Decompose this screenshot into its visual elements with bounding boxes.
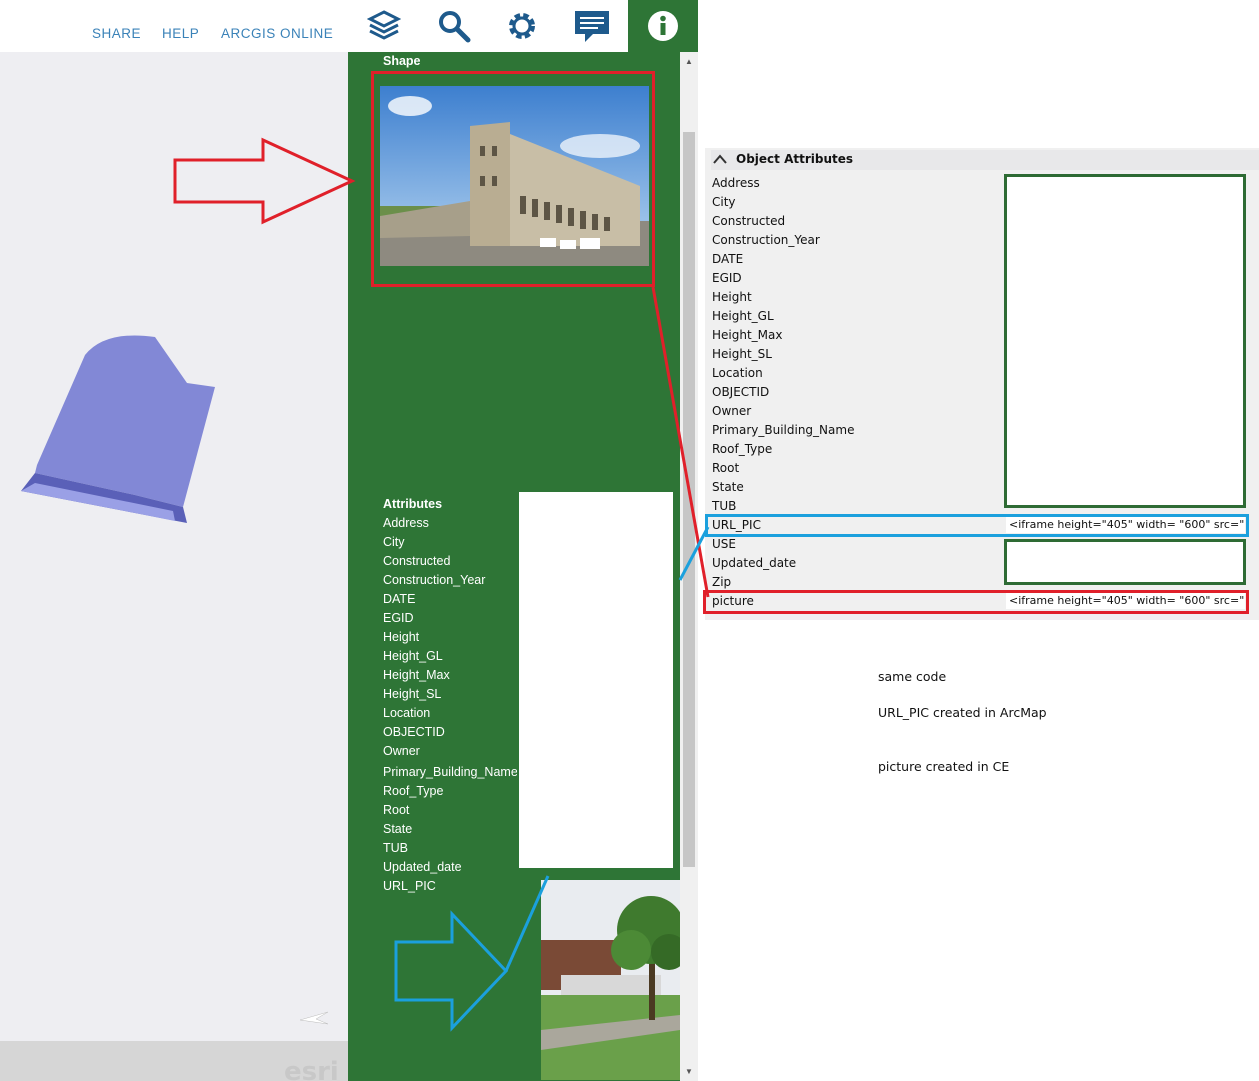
- attributes-heading: Attributes: [383, 497, 443, 511]
- scroll-down-icon[interactable]: ▼: [683, 1066, 695, 1078]
- obj-attr-label: Roof_Type: [712, 442, 773, 456]
- obj-attr-label: Zip: [712, 575, 732, 589]
- layers-icon[interactable]: [364, 6, 404, 46]
- obj-attr-label: Construction_Year: [712, 233, 820, 247]
- attr-label: City: [383, 535, 405, 549]
- note-url-pic: URL_PIC created in ArcMap: [878, 705, 1047, 720]
- obj-attr-label: Constructed: [712, 214, 786, 228]
- svg-text:esri: esri: [284, 1057, 339, 1081]
- attribute-values-box: [519, 492, 673, 868]
- arcgis-online-link[interactable]: ARCGIS ONLINE: [221, 26, 333, 41]
- obj-attr-label: DATE: [712, 252, 744, 266]
- url-pic-photo: [541, 880, 680, 1080]
- attr-label: EGID: [383, 611, 414, 625]
- attr-label: Owner: [383, 744, 420, 758]
- obj-attr-label: City: [712, 195, 736, 209]
- attr-label: Root: [383, 803, 410, 817]
- attr-label: Construction_Year: [383, 573, 486, 587]
- obj-attr-label: Height_GL: [712, 309, 774, 323]
- attr-label: Constructed: [383, 554, 451, 568]
- attr-label: Updated_date: [383, 860, 462, 874]
- attr-label: DATE: [383, 592, 416, 606]
- obj-attr-label: EGID: [712, 271, 742, 285]
- obj-attr-label: Root: [712, 461, 740, 475]
- obj-attr-label: Height_Max: [712, 328, 783, 342]
- green-highlight-values: [1004, 174, 1246, 508]
- comment-icon[interactable]: [572, 6, 612, 46]
- red-highlight-photo: [371, 71, 655, 287]
- attr-label: URL_PIC: [383, 879, 436, 893]
- obj-attr-label: Primary_Building_Name: [712, 423, 855, 437]
- attr-label: Height: [383, 630, 420, 644]
- attr-label: OBJECTID: [383, 725, 445, 739]
- scroll-up-icon[interactable]: ▲: [683, 56, 695, 68]
- attr-label: Height_GL: [383, 649, 443, 663]
- attr-label: TUB: [383, 841, 408, 855]
- attr-label: Address: [383, 516, 429, 530]
- obj-attr-label: TUB: [712, 499, 737, 513]
- attr-label: State: [383, 822, 413, 836]
- obj-attr-label: Height: [712, 290, 752, 304]
- gear-icon[interactable]: [502, 6, 542, 46]
- obj-attr-label: Updated_date: [712, 556, 797, 570]
- blue-highlight-url-pic: [705, 514, 1249, 537]
- note-same-code: same code: [878, 669, 947, 684]
- object-attributes-title: Object Attributes: [736, 152, 854, 166]
- chevron-up-icon[interactable]: [712, 153, 728, 165]
- search-icon[interactable]: [434, 6, 474, 46]
- building-3d-shape[interactable]: [15, 325, 225, 535]
- attr-label: Roof_Type: [383, 784, 444, 798]
- map-viewport[interactable]: [0, 52, 348, 1081]
- obj-attr-label: Owner: [712, 404, 752, 418]
- obj-attr-label: Height_SL: [712, 347, 772, 361]
- help-link[interactable]: HELP: [162, 26, 199, 41]
- obj-attr-label: State: [712, 480, 744, 494]
- obj-attr-label: Location: [712, 366, 763, 380]
- info-icon: [648, 11, 678, 41]
- green-highlight-values-lower: [1004, 539, 1246, 585]
- info-tab[interactable]: [628, 0, 698, 52]
- share-link[interactable]: SHARE: [92, 26, 141, 41]
- esri-logo-icon: esri: [284, 1057, 339, 1081]
- attr-label: Height_SL: [383, 687, 442, 701]
- shape-heading: Shape: [383, 54, 421, 68]
- obj-attr-label: Address: [712, 176, 760, 190]
- red-highlight-picture: [703, 590, 1249, 614]
- scrollbar-thumb[interactable]: [683, 132, 695, 867]
- obj-attr-label: USE: [712, 537, 736, 551]
- obj-attr-label: OBJECTID: [712, 385, 770, 399]
- attr-label: Primary_Building_Name: [383, 765, 517, 779]
- attr-label: Height_Max: [383, 668, 450, 682]
- note-picture: picture created in CE: [878, 759, 1010, 774]
- north-arrow-icon: [299, 1011, 329, 1025]
- attr-label: Location: [383, 706, 431, 720]
